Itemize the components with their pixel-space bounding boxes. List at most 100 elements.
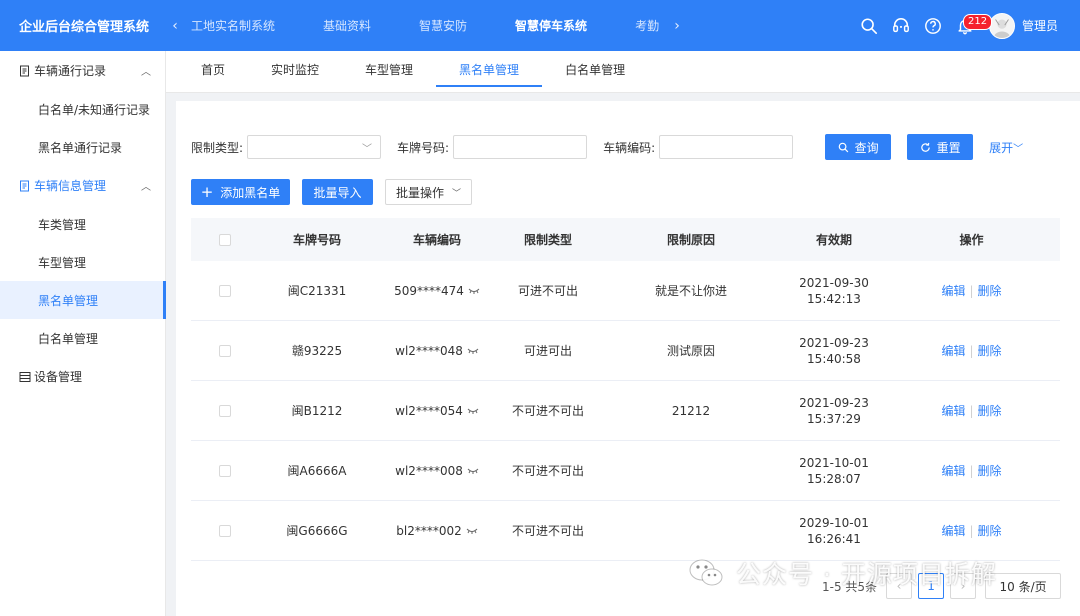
username[interactable]: 管理员: [1022, 17, 1058, 34]
query-button[interactable]: 查询: [825, 134, 892, 160]
table-row: 闽G6666G bl2****002 不可进不可出 2029-10-01 16:26:4…: [191, 501, 1060, 561]
row-checkbox[interactable]: [219, 464, 231, 477]
eye-closed-icon[interactable]: [467, 347, 479, 355]
sidebar-group-label: 车辆通行记录: [34, 64, 107, 78]
bell-icon[interactable]: 212: [949, 10, 993, 42]
reset-button[interactable]: 重置: [907, 134, 974, 160]
edit-link[interactable]: 编辑: [941, 282, 965, 299]
delete-link[interactable]: 删除: [978, 402, 1002, 419]
delete-link[interactable]: 删除: [978, 522, 1002, 539]
record-icon: [20, 65, 29, 76]
tab-vehicle-model[interactable]: 车型管理: [342, 51, 436, 93]
eye-closed-icon[interactable]: [466, 527, 478, 535]
cell-valid-date: 2021-09-30: [799, 275, 869, 290]
notification-badge: 212: [962, 13, 993, 30]
chevron-left-icon[interactable]: ‹: [165, 18, 185, 34]
table-header: 车牌号码 车辆编码 限制类型 限制原因 有效期 操作: [191, 218, 1060, 261]
sidebar-group-vehicle-info[interactable]: 车辆信息管理 ︿: [0, 166, 165, 205]
blacklist-table: 车牌号码 车辆编码 限制类型 限制原因 有效期 操作 闽C21331 509***…: [191, 218, 1060, 561]
topnav-item-site-realname[interactable]: 工地实名制系统: [191, 17, 275, 34]
cell-plate: 赣93225: [291, 344, 343, 358]
help-icon[interactable]: [917, 10, 949, 42]
code-input[interactable]: [659, 135, 794, 159]
tab-bar: 首页 实时监控 车型管理 黑名单管理 白名单管理: [166, 51, 1080, 93]
cell-valid-time: 15:40:58: [807, 351, 861, 366]
plate-input[interactable]: [453, 135, 588, 159]
sidebar: 车辆通行记录 ︿ 白名单/未知通行记录 黑名单通行记录 车辆信息管理 ︿ 车类管…: [0, 51, 166, 616]
sidebar-group-pass-records[interactable]: 车辆通行记录 ︿: [0, 51, 165, 90]
plate-label: 车牌号码:: [397, 140, 450, 155]
edit-link[interactable]: 编辑: [941, 402, 965, 419]
edit-link[interactable]: 编辑: [941, 342, 965, 359]
divider: |: [969, 403, 974, 418]
cell-code: 509****474: [394, 283, 464, 298]
eye-closed-icon[interactable]: [467, 407, 479, 415]
cell-code: wl2****008: [395, 463, 463, 478]
tab-whitelist[interactable]: 白名单管理: [542, 51, 648, 93]
cell-valid-time: 15:37:29: [807, 411, 861, 426]
cell-valid-date: 2021-10-01: [799, 455, 869, 470]
eye-closed-icon[interactable]: [468, 287, 480, 295]
batch-operation-button[interactable]: 批量操作 ﹀: [385, 179, 472, 205]
row-checkbox[interactable]: [219, 524, 231, 537]
topnav-item-smart-parking[interactable]: 智慧停车系统: [515, 17, 587, 34]
search-icon[interactable]: [853, 10, 885, 42]
query-button-label: 查询: [854, 140, 879, 155]
delete-link[interactable]: 删除: [978, 342, 1002, 359]
sidebar-item-blacklist-records[interactable]: 黑名单通行记录: [0, 128, 165, 166]
chevron-up-icon: ︿: [141, 67, 151, 78]
search-icon: [838, 142, 848, 152]
row-checkbox[interactable]: [219, 404, 231, 417]
select-all-checkbox[interactable]: [219, 233, 231, 246]
row-checkbox[interactable]: [219, 284, 231, 297]
batch-import-label: 批量导入: [313, 185, 362, 200]
chevron-down-icon: ﹀: [452, 188, 462, 199]
delete-link[interactable]: 删除: [978, 282, 1002, 299]
headset-icon[interactable]: [885, 10, 917, 42]
sidebar-item-vehicle-class[interactable]: 车类管理: [0, 205, 165, 243]
cell-code: wl2****054: [395, 403, 463, 418]
sidebar-group-device[interactable]: 设备管理: [0, 357, 165, 396]
cell-restriction-type: 不可进不可出: [511, 524, 584, 538]
divider: |: [969, 523, 974, 538]
add-blacklist-button[interactable]: + 添加黑名单: [191, 179, 290, 205]
cell-valid-time: 16:26:41: [807, 531, 861, 546]
topnav-item-basic-data[interactable]: 基础资料: [323, 17, 371, 34]
topnav-item-smart-security[interactable]: 智慧安防: [419, 17, 467, 34]
topnav-item-attendance[interactable]: 考勤: [635, 17, 659, 34]
batch-import-button[interactable]: 批量导入: [302, 179, 373, 205]
vehicle-info-icon: [20, 180, 29, 191]
chevron-right-icon[interactable]: ›: [667, 18, 687, 34]
sidebar-item-whitelist[interactable]: 白名单管理: [0, 319, 165, 357]
delete-link[interactable]: 删除: [978, 462, 1002, 479]
cell-valid-date: 2021-09-23: [799, 395, 869, 410]
cell-valid-date: 2021-09-23: [799, 335, 869, 350]
sidebar-item-blacklist[interactable]: 黑名单管理: [0, 281, 166, 319]
cell-plate: 闽A6666A: [287, 464, 347, 478]
filter-bar: 限制类型: ﹀ 车牌号码: 车辆编码: 查询 重置 展开﹀: [191, 134, 1023, 160]
cell-valid-date: 2029-10-01: [799, 515, 869, 530]
expand-link[interactable]: 展开﹀: [989, 139, 1023, 156]
cell-restriction-reason: 就是不让你进: [654, 284, 727, 298]
table-row: 闽C21331 509****474 可进不可出 就是不让你进 2021-09-30 15…: [191, 261, 1060, 321]
edit-link[interactable]: 编辑: [941, 462, 965, 479]
tab-blacklist[interactable]: 黑名单管理: [436, 51, 543, 93]
divider: |: [969, 343, 974, 358]
restriction-type-label: 限制类型:: [191, 140, 244, 155]
restriction-type-select[interactable]: ﹀: [247, 135, 382, 159]
chevron-down-icon: ﹀: [362, 144, 373, 155]
sidebar-item-whitelist-records[interactable]: 白名单/未知通行记录: [0, 90, 165, 128]
top-nav: 工地实名制系统 基础资料 智慧安防 智慧停车系统 考勤: [191, 17, 667, 34]
avatar[interactable]: [988, 12, 1015, 39]
row-checkbox[interactable]: [219, 344, 231, 357]
cell-restriction-type: 可进可出: [523, 344, 572, 358]
page-size-label: 10 条/页: [999, 579, 1047, 594]
wechat-icon: [689, 559, 723, 586]
edit-link[interactable]: 编辑: [941, 522, 965, 539]
tab-realtime-monitor[interactable]: 实时监控: [248, 51, 342, 93]
sidebar-item-vehicle-model[interactable]: 车型管理: [0, 243, 165, 281]
header-right: 212 管理员: [853, 0, 1080, 51]
column-header: 车辆编码: [412, 233, 461, 247]
eye-closed-icon[interactable]: [467, 467, 479, 475]
tab-home[interactable]: 首页: [178, 51, 248, 93]
